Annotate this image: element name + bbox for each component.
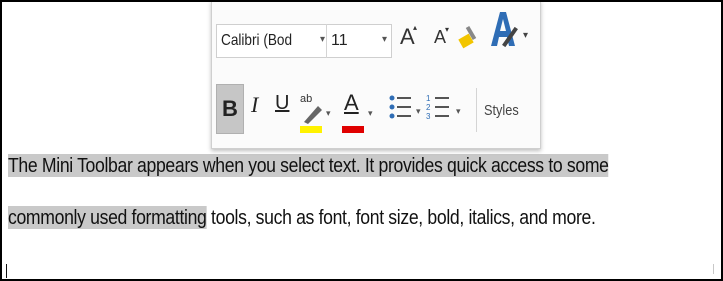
chevron-down-icon[interactable]: ▾ [320,34,325,45]
numbering-icon[interactable]: 1 2 3 [426,92,454,127]
svg-text:3: 3 [426,112,431,121]
mini-toolbar: Calibri (Bod ▾ 11 ▾ A ▴ A ▾ ▾ B I U ab ▾… [211,2,541,149]
styles-pane-icon[interactable] [488,6,522,55]
font-size-value: 11 [331,32,348,49]
chevron-down-icon[interactable]: ▾ [368,108,373,119]
svg-text:ab: ab [300,93,312,105]
font-color-button[interactable]: A ▾ [342,88,373,138]
font-size-dropdown[interactable]: 11 ▾ [326,24,392,58]
highlight-color-swatch [300,126,322,133]
chevron-down-icon[interactable]: ▾ [382,34,387,45]
svg-text:2: 2 [426,103,431,112]
italic-button[interactable]: I [251,92,258,118]
bold-button[interactable]: B [216,84,244,134]
svg-text:1: 1 [426,94,431,103]
highlight-button[interactable]: ab ▾ [300,88,331,138]
clear-formatting-icon[interactable] [456,22,482,55]
font-color-icon: A [344,90,359,115]
text-cursor [6,264,7,278]
chevron-down-icon[interactable]: ▾ [523,30,528,41]
unselected-text[interactable]: tools, such as font, font size, bold, it… [206,206,596,229]
font-name-value: Calibri (Bod [221,32,293,49]
styles-button[interactable]: Styles [484,102,519,119]
selected-text[interactable]: The Mini Toolbar appears when you select… [8,154,609,177]
font-color-swatch [342,126,364,133]
document-line-2[interactable]: commonly used formatting tools, such as … [8,206,596,230]
highlight-icon: ab [300,88,324,129]
shrink-font-icon[interactable]: A ▾ [434,26,449,47]
selected-text[interactable]: commonly used formatting [8,206,207,229]
grow-font-icon[interactable]: A ▴ [400,24,417,48]
chevron-down-icon[interactable]: ▾ [456,106,461,117]
mini-toolbar-row-2: B I U ab ▾ A ▾ ▾ 1 2 3 ▾ Styles [212,80,540,148]
underline-button[interactable]: U [275,92,289,115]
document-window: The Mini Toolbar appears when you select… [0,0,723,281]
chevron-down-icon[interactable]: ▾ [416,106,421,117]
divider [476,88,477,132]
paragraph-mark [713,264,714,274]
chevron-down-icon[interactable]: ▾ [326,108,331,119]
bullets-icon[interactable] [388,92,414,127]
font-name-dropdown[interactable]: Calibri (Bod ▾ [216,24,330,58]
document-line-1[interactable]: The Mini Toolbar appears when you select… [8,154,609,178]
mini-toolbar-row-1: Calibri (Bod ▾ 11 ▾ A ▴ A ▾ ▾ [212,2,540,80]
divider [326,24,327,58]
